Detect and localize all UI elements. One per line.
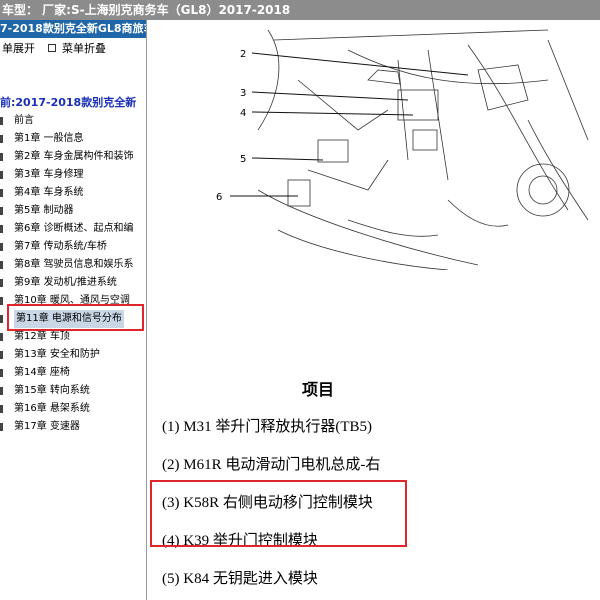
- document-icon: [0, 387, 3, 395]
- callout-2: 2: [240, 49, 246, 60]
- tree-item-label: 第5章 制动器: [14, 205, 74, 216]
- tree-item-label: 第17章 变速器: [14, 421, 80, 432]
- document-icon: [0, 423, 3, 431]
- tree-item-chapter[interactable]: 第7章 传动系统/车桥: [0, 238, 146, 256]
- component-item: (5) K84 无钥匙进入模块: [162, 571, 318, 587]
- callout-5: 5: [240, 154, 246, 165]
- document-icon: [0, 333, 3, 341]
- document-icon: [0, 225, 3, 233]
- tree-item-chapter[interactable]: 第14章 座椅: [0, 364, 146, 382]
- tree-item-label: 第6章 诊断概述、起点和编: [14, 223, 134, 234]
- tree-item-label: 第14章 座椅: [14, 367, 70, 378]
- tree-item-label: 第2章 车身金属构件和装饰: [14, 151, 134, 162]
- collapse-menu-button[interactable]: 菜单折叠: [62, 40, 106, 58]
- tree-root[interactable]: 前:2017-2018款别克全新: [0, 94, 146, 110]
- tree-item-chapter[interactable]: 第5章 制动器: [0, 202, 146, 220]
- component-item: (2) M61R 电动滑动门电机总成-右: [162, 457, 381, 473]
- window-title: 车型： 厂家:S-上海别克商务车（GL8）2017-2018: [0, 0, 600, 20]
- tree-item-label: 第4章 车身系统: [14, 187, 84, 198]
- callout-3: 3: [240, 88, 246, 99]
- document-icon: [0, 405, 3, 413]
- document-icon: [0, 189, 3, 197]
- tree-item-chapter[interactable]: 第1章 一般信息: [0, 130, 146, 148]
- sidebar-toolbar: 单展开 菜单折叠: [0, 40, 146, 58]
- tree-item-chapter[interactable]: 第2章 车身金属构件和装饰: [0, 148, 146, 166]
- document-icon: [0, 243, 3, 251]
- tree-item-label: 第16章 悬架系统: [14, 403, 90, 414]
- document-icon: [0, 117, 3, 125]
- document-icon: [0, 153, 3, 161]
- tree-item-chapter[interactable]: 第13章 安全和防护: [0, 346, 146, 364]
- tree-item-label: 第15章 转向系统: [14, 385, 90, 396]
- document-icon: [0, 297, 3, 305]
- tree-item-chapter[interactable]: 第4章 车身系统: [0, 184, 146, 202]
- tree-item-label: 第8章 驾驶员信息和娱乐系: [14, 259, 134, 270]
- tree-item-label: 第9章 发动机/推进系统: [14, 277, 117, 288]
- tree-item-chapter[interactable]: 第6章 诊断概述、起点和编: [0, 220, 146, 238]
- tree-item-label: 第1章 一般信息: [14, 133, 84, 144]
- tree-item-label: 第3章 车身修理: [14, 169, 84, 180]
- document-icon: [0, 135, 3, 143]
- document-icon: [0, 369, 3, 377]
- section-title: 项目: [302, 382, 335, 399]
- document-icon: [0, 261, 3, 269]
- component-diagram: 2 3 4 5 6: [216, 29, 589, 270]
- collapse-menu-icon: [48, 44, 56, 52]
- document-icon: [0, 279, 3, 287]
- tree-item-chapter[interactable]: 第17章 变速器: [0, 418, 146, 436]
- expand-menu-button[interactable]: 单展开: [2, 40, 35, 58]
- tree-item-chapter[interactable]: 第3章 车身修理: [0, 166, 146, 184]
- tree-item-label: 第13章 安全和防护: [14, 349, 100, 360]
- highlight-box-chapter: [7, 304, 144, 331]
- component-item: (1) M31 举升门释放执行器(TB5): [162, 419, 372, 435]
- highlight-box-components: [150, 480, 407, 547]
- document-icon: [0, 351, 3, 359]
- callout-4: 4: [240, 108, 246, 119]
- document-icon: [0, 171, 3, 179]
- tree-item-label: 前言: [14, 115, 34, 126]
- tree-item-chapter[interactable]: 前言: [0, 112, 146, 130]
- tree-item-chapter[interactable]: 第8章 驾驶员信息和娱乐系: [0, 256, 146, 274]
- tree-item-chapter[interactable]: 第15章 转向系统: [0, 382, 146, 400]
- callout-6: 6: [216, 192, 222, 203]
- document-icon: [0, 315, 3, 323]
- tree-item-label: 第7章 传动系统/车桥: [14, 241, 107, 252]
- tree-item-chapter[interactable]: 第9章 发动机/推进系统: [0, 274, 146, 292]
- sidebar-header: 7-2018款别克全新GL8商旅车: [0, 20, 146, 38]
- tree-item-chapter[interactable]: 第16章 悬架系统: [0, 400, 146, 418]
- document-icon: [0, 207, 3, 215]
